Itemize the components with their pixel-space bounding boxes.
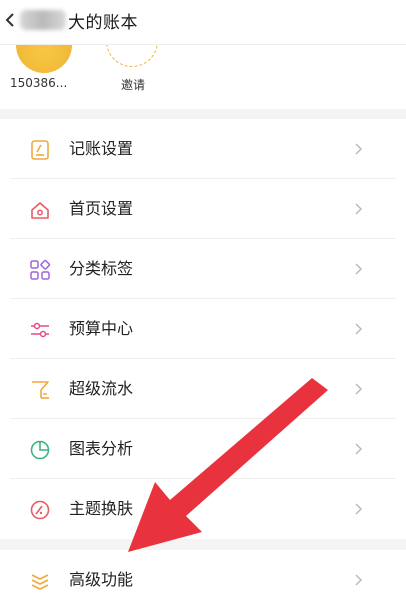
menu-item-home-settings[interactable]: 首页设置 [0,179,406,239]
menu-item-chart-analysis[interactable]: 图表分析 [0,419,406,479]
home-icon [31,202,49,219]
menu-item-label: 超级流水 [69,379,134,398]
chevron-right-icon [355,323,363,335]
menu-item-label: 分类标签 [69,259,134,278]
menu-item-label: 预算中心 [69,319,134,338]
pie-chart-icon [30,440,50,460]
chevron-right-icon [355,263,363,275]
chevron-right-icon [355,443,363,455]
member-name-user: 150386... [10,76,68,90]
invite-avatar[interactable] [106,45,158,67]
menu-item-bookkeeping-settings[interactable]: 记账设置 [0,119,406,179]
menu-item-label: 首页设置 [69,199,134,218]
menu-item-budget-center[interactable]: 预算中心 [0,299,406,359]
sliders-icon [31,322,49,338]
section-gap [0,539,406,550]
blurred-title-part [20,10,66,30]
user-avatar[interactable] [16,45,72,73]
back-arrow-icon[interactable] [4,12,16,28]
edit-note-icon [31,140,49,160]
invite-label[interactable]: 邀请 [121,76,145,93]
page-title: 大的账本 [68,12,138,33]
menu-item-advanced-features[interactable]: 高级功能 [0,550,406,610]
section-gap [0,109,406,119]
chevron-right-icon [355,383,363,395]
chevron-right-icon [355,203,363,215]
layers-icon [31,574,49,590]
member-strip: 150386... 邀请 [0,45,406,109]
flow-chart-icon [32,381,49,399]
category-grid-icon [30,259,51,280]
menu-item-label: 主题换肤 [69,499,134,518]
menu-item-label: 记账设置 [69,139,134,158]
theme-palette-icon [30,500,50,520]
chevron-right-icon [355,503,363,515]
menu-item-label: 图表分析 [69,439,134,458]
menu-item-super-flow[interactable]: 超级流水 [0,359,406,419]
header-title-area: 大的账本 [20,8,138,33]
chevron-right-icon [355,143,363,155]
menu-item-theme-skin[interactable]: 主题换肤 [0,479,406,539]
app-header: 大的账本 [0,0,406,44]
menu-item-category-tags[interactable]: 分类标签 [0,239,406,299]
menu-item-label: 高级功能 [69,570,134,589]
chevron-right-icon [355,574,363,586]
